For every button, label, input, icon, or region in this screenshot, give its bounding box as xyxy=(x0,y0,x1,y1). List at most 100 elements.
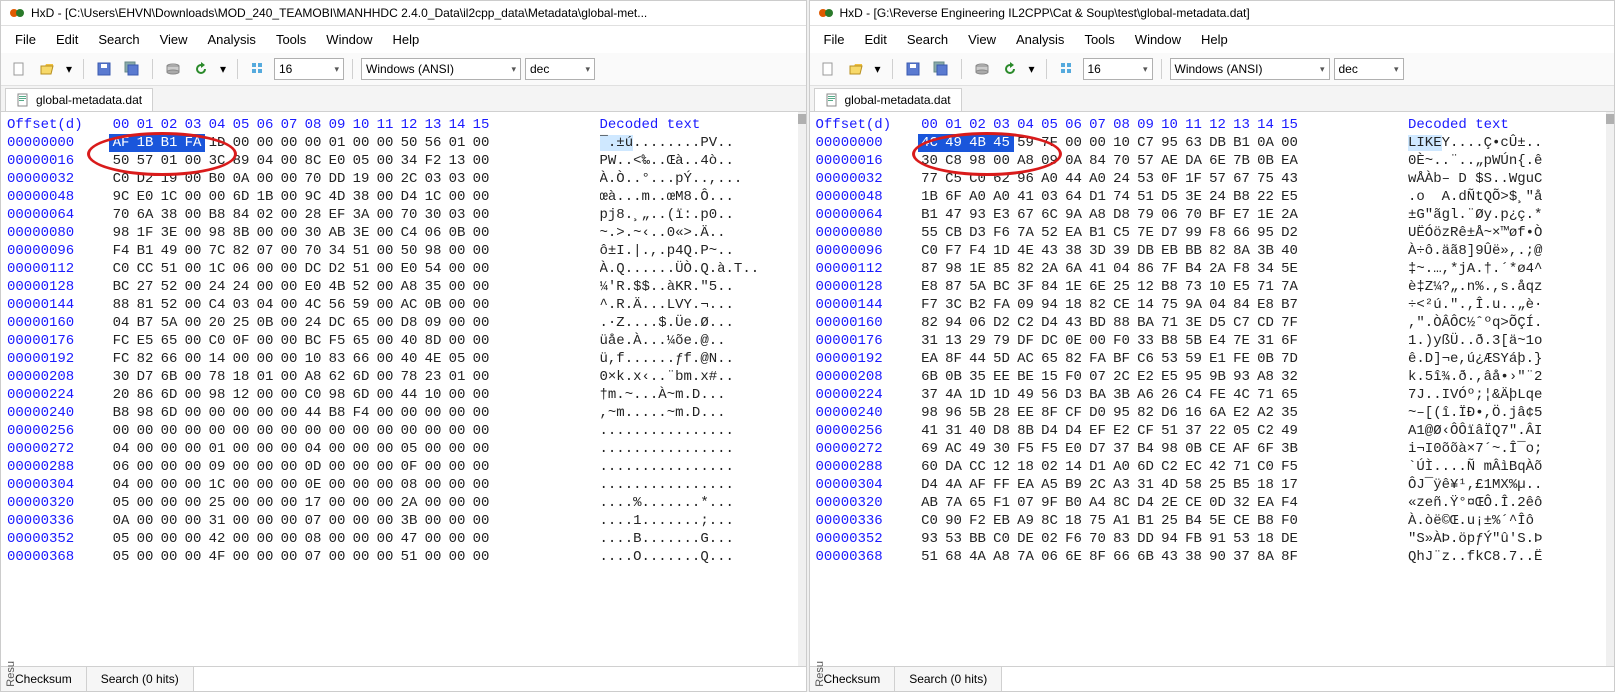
hex-byte[interactable]: CE xyxy=(1206,440,1230,458)
hex-byte[interactable]: 00 xyxy=(253,260,277,278)
hex-byte[interactable]: 6E xyxy=(1206,152,1230,170)
hex-byte[interactable]: 82 xyxy=(1086,296,1110,314)
hex-byte[interactable]: 7A xyxy=(942,494,966,512)
hex-byte[interactable]: CE xyxy=(1182,494,1206,512)
hex-byte[interactable]: 95 xyxy=(1182,368,1206,386)
hex-byte[interactable]: 00 xyxy=(253,512,277,530)
hex-byte[interactable]: 12 xyxy=(990,458,1014,476)
hex-byte[interactable]: D8 xyxy=(1110,206,1134,224)
hex-byte[interactable]: 65 xyxy=(1278,386,1302,404)
hex-byte[interactable]: 90 xyxy=(1206,548,1230,566)
hex-byte[interactable]: 0F xyxy=(229,332,253,350)
hex-byte[interactable]: 31 xyxy=(1254,332,1278,350)
hex-byte[interactable]: E0 xyxy=(133,188,157,206)
hex-byte[interactable]: A1 xyxy=(1110,512,1134,530)
hex-byte[interactable]: B1 xyxy=(157,134,181,152)
hex-byte[interactable]: 49 xyxy=(1278,422,1302,440)
hex-byte[interactable]: 00 xyxy=(325,422,349,440)
hex-byte[interactable]: 50 xyxy=(397,134,421,152)
hex-byte[interactable]: 82 xyxy=(1206,242,1230,260)
hex-byte[interactable]: 00 xyxy=(181,242,205,260)
hex-byte[interactable]: FC xyxy=(109,332,133,350)
hex-byte[interactable]: 00 xyxy=(349,494,373,512)
hex-byte[interactable]: 09 xyxy=(205,458,229,476)
hex-byte[interactable]: 00 xyxy=(445,530,469,548)
hex-byte[interactable]: 67 xyxy=(1014,206,1038,224)
hex-byte[interactable]: 05 xyxy=(397,440,421,458)
hex-byte[interactable]: 00 xyxy=(181,368,205,386)
hex-byte[interactable]: 3E xyxy=(157,224,181,242)
hex-byte[interactable]: AF xyxy=(966,476,990,494)
hex-byte[interactable]: 7B xyxy=(1230,152,1254,170)
hex-byte[interactable]: 88 xyxy=(1110,314,1134,332)
hex-byte[interactable]: A8 xyxy=(1014,152,1038,170)
hex-byte[interactable]: 49 xyxy=(157,242,181,260)
hex-byte[interactable]: 00 xyxy=(373,332,397,350)
hex-byte[interactable]: 83 xyxy=(1110,530,1134,548)
hex-byte[interactable]: 00 xyxy=(1278,134,1302,152)
hex-byte[interactable]: 84 xyxy=(1086,152,1110,170)
hex-byte[interactable]: 17 xyxy=(1278,476,1302,494)
hex-byte[interactable]: C0 xyxy=(1254,458,1278,476)
hex-byte[interactable]: 00 xyxy=(229,404,253,422)
hex-byte[interactable]: 51 xyxy=(1134,188,1158,206)
hex-byte[interactable]: 65 xyxy=(349,332,373,350)
hex-byte[interactable]: 00 xyxy=(229,134,253,152)
hex-byte[interactable]: 12 xyxy=(229,386,253,404)
hex-byte[interactable]: 00 xyxy=(229,440,253,458)
hex-byte[interactable]: C7 xyxy=(1134,134,1158,152)
hex-byte[interactable]: 00 xyxy=(133,476,157,494)
save-button[interactable] xyxy=(92,57,116,81)
hex-byte[interactable]: 51 xyxy=(397,548,421,566)
hex-byte[interactable]: 16 xyxy=(1182,404,1206,422)
hex-byte[interactable]: 00 xyxy=(205,188,229,206)
hex-byte[interactable]: 18 xyxy=(1014,458,1038,476)
hex-byte[interactable]: D8 xyxy=(990,422,1014,440)
hex-byte[interactable]: 00 xyxy=(445,296,469,314)
hex-byte[interactable]: 00 xyxy=(373,314,397,332)
open-button[interactable] xyxy=(35,57,59,81)
hex-byte[interactable]: 00 xyxy=(373,260,397,278)
hex-byte[interactable]: 00 xyxy=(445,260,469,278)
hex-byte[interactable]: FA xyxy=(181,134,205,152)
hex-byte[interactable]: E7 xyxy=(1230,206,1254,224)
hex-byte[interactable]: 32 xyxy=(1278,368,1302,386)
hex-byte[interactable]: 6F xyxy=(942,188,966,206)
hex-byte[interactable]: 7A xyxy=(1014,548,1038,566)
hex-byte[interactable]: 00 xyxy=(253,134,277,152)
hex-byte[interactable]: 51 xyxy=(157,260,181,278)
hex-byte[interactable]: 70 xyxy=(301,170,325,188)
hex-byte[interactable]: 00 xyxy=(397,422,421,440)
hex-byte[interactable]: D5 xyxy=(1158,188,1182,206)
hex-byte[interactable]: 00 xyxy=(325,548,349,566)
hex-byte[interactable]: 00 xyxy=(373,206,397,224)
hex-byte[interactable]: 39 xyxy=(1110,242,1134,260)
hex-byte[interactable]: C0 xyxy=(301,386,325,404)
hex-byte[interactable]: 53 xyxy=(1230,530,1254,548)
refresh-dropdown[interactable]: ▾ xyxy=(217,57,229,81)
hex-byte[interactable]: 78 xyxy=(205,368,229,386)
hex-byte[interactable]: 1D xyxy=(990,386,1014,404)
hex-byte[interactable]: DC xyxy=(301,260,325,278)
hex-byte[interactable]: 98 xyxy=(918,404,942,422)
hex-byte[interactable]: 00 xyxy=(445,332,469,350)
hex-byte[interactable]: 01 xyxy=(253,368,277,386)
hex-byte[interactable]: 00 xyxy=(181,476,205,494)
hex-byte[interactable]: 00 xyxy=(349,476,373,494)
hex-byte[interactable]: 94 xyxy=(942,314,966,332)
hex-byte[interactable]: 25 xyxy=(1206,476,1230,494)
hex-byte[interactable]: 60 xyxy=(918,458,942,476)
hex-byte[interactable]: 37 xyxy=(1110,440,1134,458)
hex-byte[interactable]: 49 xyxy=(1014,386,1038,404)
hex-byte[interactable]: 40 xyxy=(397,332,421,350)
hex-byte[interactable]: 00 xyxy=(373,134,397,152)
hex-byte[interactable]: 3E xyxy=(349,224,373,242)
hex-byte[interactable]: EA xyxy=(918,350,942,368)
encoding-select[interactable]: Windows (ANSI)▾ xyxy=(1170,58,1330,80)
hex-byte[interactable]: 00 xyxy=(181,422,205,440)
hex-byte[interactable]: 00 xyxy=(469,548,493,566)
hex-byte[interactable]: 3E xyxy=(1182,188,1206,206)
hex-byte[interactable]: 00 xyxy=(181,332,205,350)
hex-byte[interactable]: 5A xyxy=(157,314,181,332)
hex-byte[interactable]: 0F xyxy=(397,458,421,476)
